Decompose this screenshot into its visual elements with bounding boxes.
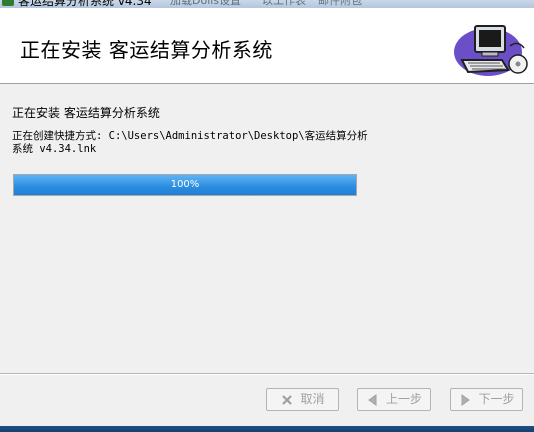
app-icon bbox=[2, 0, 14, 6]
detail-text: 正在创建快捷方式: C:\Users\Administrator\Desktop… bbox=[12, 130, 368, 155]
next-button[interactable]: 下一步 bbox=[450, 388, 523, 411]
taskbar bbox=[0, 426, 534, 432]
progress-label: 100% bbox=[170, 179, 200, 190]
installer-header: 正在安装 客运结算分析系统 bbox=[0, 8, 534, 84]
arrow-right-icon bbox=[458, 393, 472, 407]
next-label: 下一步 bbox=[478, 392, 515, 406]
back-button[interactable]: 上一步 bbox=[357, 388, 431, 411]
window-title: 客运结算分析系统 v4.34 bbox=[18, 0, 152, 8]
computer-setup-icon bbox=[454, 25, 528, 76]
arrow-left-icon bbox=[366, 393, 380, 407]
status-label: 正在安装 客运结算分析系统 bbox=[12, 106, 160, 120]
window-title-bar: 客运结算分析系统 v4.34 加载Dolls设置 以工作表 邮件附包 bbox=[0, 0, 534, 8]
cancel-x-icon bbox=[280, 393, 294, 407]
cancel-label: 取消 bbox=[300, 392, 325, 406]
background-window-text: 加载Dolls设置 bbox=[170, 0, 242, 7]
progress-bar: 100% bbox=[13, 174, 357, 196]
header-title: 正在安装 客运结算分析系统 bbox=[20, 38, 273, 62]
back-label: 上一步 bbox=[385, 392, 422, 406]
background-window-text: 以工作表 bbox=[262, 0, 306, 7]
cancel-button[interactable]: 取消 bbox=[266, 388, 339, 411]
footer-separator bbox=[0, 373, 534, 375]
background-window-text: 邮件附包 bbox=[318, 0, 362, 7]
